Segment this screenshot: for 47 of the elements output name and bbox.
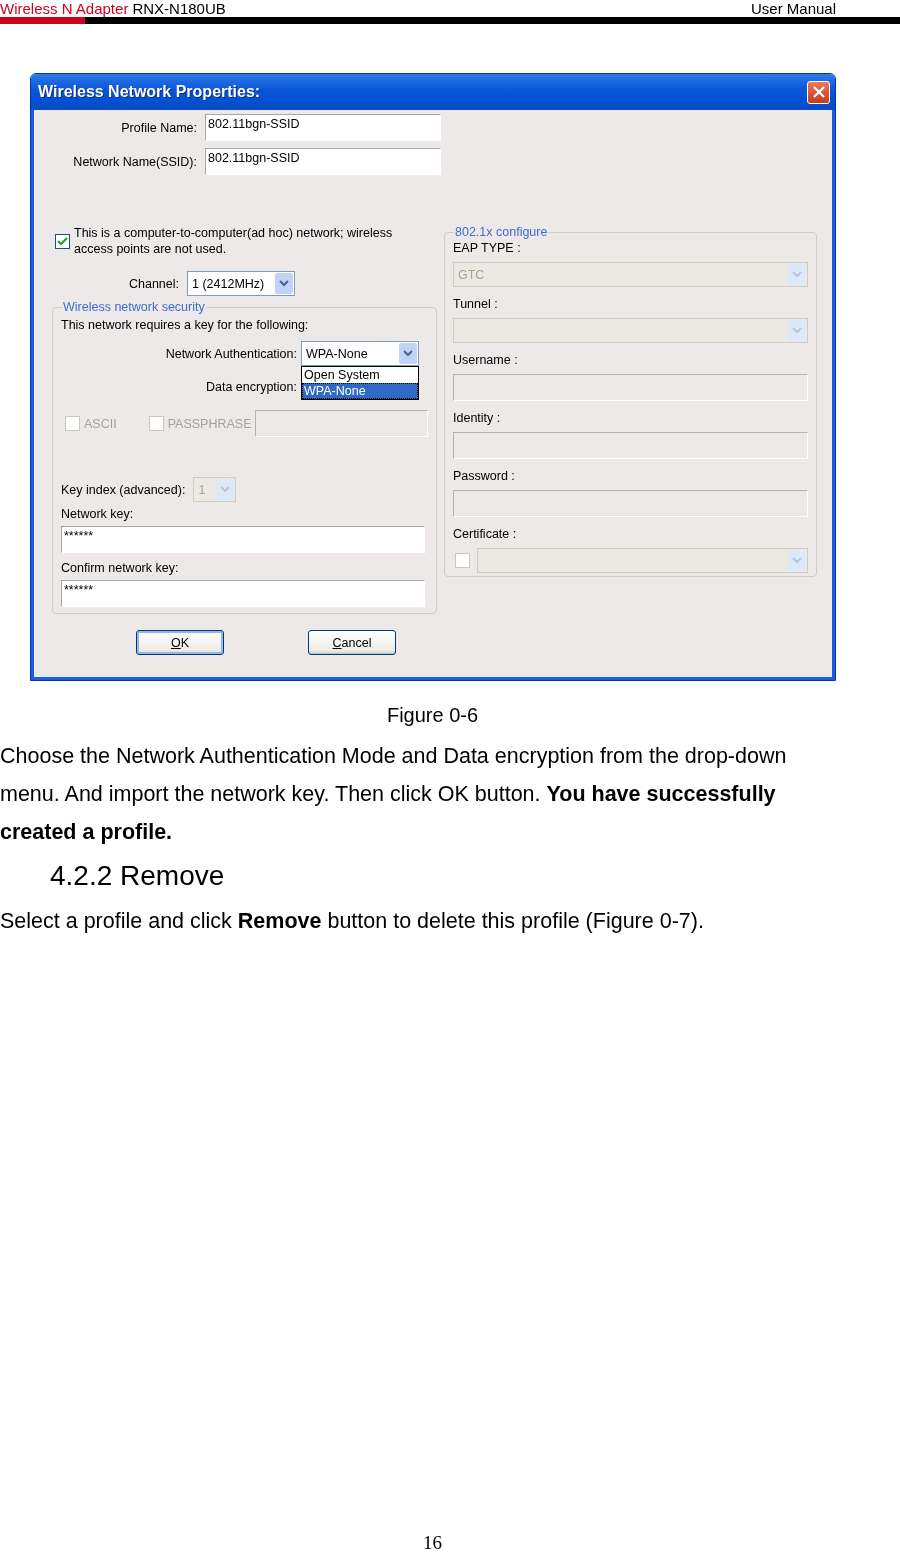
product-name: Wireless N Adapter: [0, 0, 129, 17]
checkbox-label: ASCII: [84, 416, 117, 431]
group-title: 802.1x configure: [454, 225, 549, 239]
field-label: Network Name(SSID):: [72, 154, 197, 169]
close-button[interactable]: [807, 80, 830, 104]
field-label: Identity :: [453, 411, 502, 425]
text-field[interactable]: 802.11bgn-SSID: [205, 148, 441, 175]
instruction-text: This network requires a key for the following:: [61, 318, 310, 332]
field-label: Username :: [453, 353, 519, 367]
field-label: Certificate :: [453, 527, 518, 541]
field-label: Network key:: [61, 507, 135, 521]
checkbox[interactable]: [55, 234, 70, 249]
channel-select[interactable]: 1 (2412MHz): [187, 271, 295, 296]
chevron-down-icon: [788, 264, 806, 285]
chevron-down-icon: [275, 273, 293, 294]
password-field[interactable]: ******: [61, 580, 425, 607]
dialog-button[interactable]: Cancel: [308, 630, 396, 655]
model-number: RNX-N180UB: [132, 0, 226, 17]
field-label: EAP TYPE :: [453, 241, 522, 255]
field-label: Confirm network key:: [61, 561, 180, 575]
field-label: Key index (advanced):: [61, 482, 186, 497]
dropdown-option[interactable]: WPA-None: [302, 383, 418, 399]
password-field[interactable]: ******: [61, 526, 425, 553]
field-label: Channel:: [127, 276, 179, 291]
field-label: Network Authentication:: [164, 346, 297, 361]
field-label: Password :: [453, 469, 516, 483]
section-heading: 4.2.2 Remove: [50, 859, 226, 893]
close-icon: [812, 86, 825, 98]
chevron-down-icon: [399, 343, 417, 364]
dialog-button[interactable]: OK: [136, 630, 224, 655]
field-label: Tunnel :: [453, 297, 499, 311]
checkbox-label: This is a computer-to-computer(ad hoc) network; wireless access points are not used.: [74, 225, 394, 257]
checkbox-label: PASSPHRASE: [167, 416, 252, 431]
field-label: Data encryption:: [204, 379, 297, 394]
document-title: User Manual: [750, 0, 836, 17]
page-number: 16: [422, 1532, 443, 1554]
field-label: Profile Name:: [120, 120, 197, 135]
chevron-down-icon: [216, 479, 235, 500]
text-field[interactable]: 802.11bgn-SSID: [205, 114, 441, 141]
chevron-down-icon: [788, 320, 806, 341]
passphrase-field[interactable]: [255, 410, 429, 437]
chevron-down-icon: [788, 550, 806, 571]
group-title: Wireless network security: [62, 300, 206, 314]
figure-caption: Figure 0-6: [385, 703, 480, 727]
body-paragraph: Choose the Network Authentication Mode and Data encryption from the drop-down menu. And import the network key. Then click OK button. You have successfully created a profile.: [0, 743, 788, 846]
window-title: Wireless Network Properties:: [38, 83, 261, 101]
body-paragraph: Select a profile and click Remove button to delete this profile (Figure 0-7).: [0, 908, 705, 935]
